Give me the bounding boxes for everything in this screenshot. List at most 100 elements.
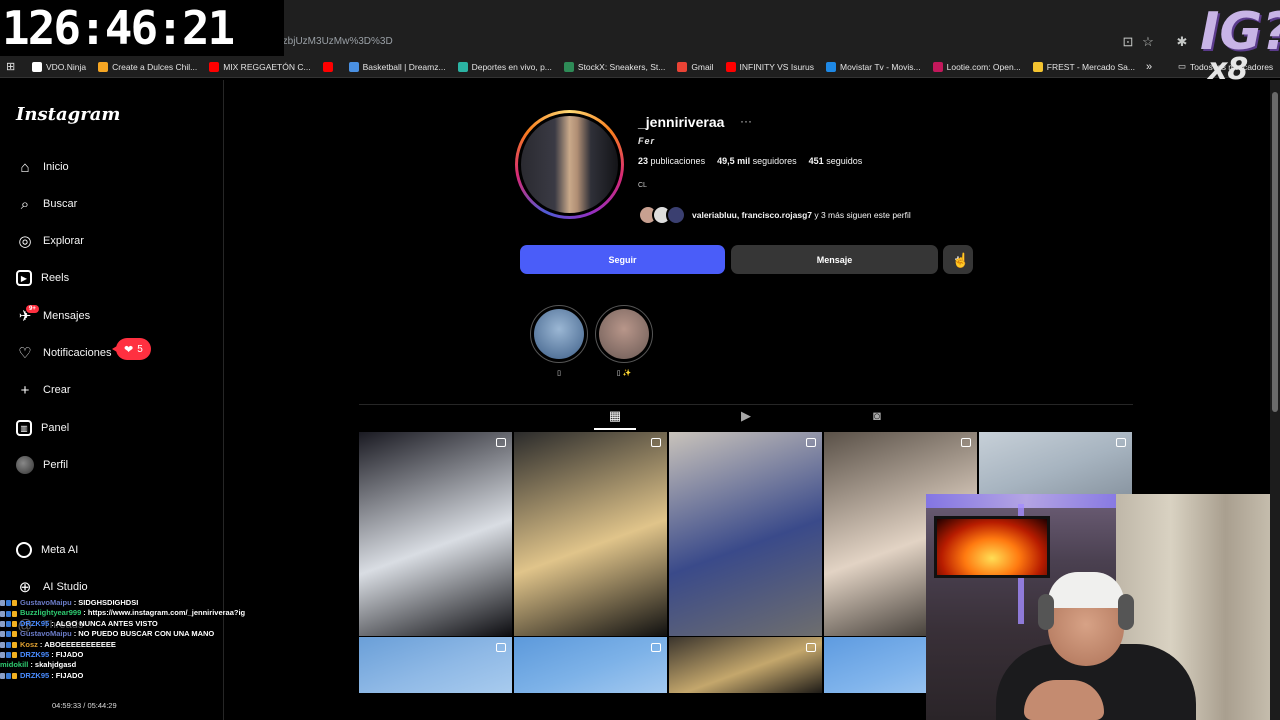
sidebar-item-meta-ai[interactable]: Meta AI [16,538,216,562]
followers-stat[interactable]: 49,5 mil seguidores [717,156,797,166]
sidebar-item-inicio[interactable]: ⌂ Inicio [16,155,216,179]
ai-studio-icon: ⊕ [18,579,32,596]
chat-message: midokill : skahjdgasd [0,660,300,670]
hand-cursor-icon: ☝ [952,252,970,268]
post-thumbnail[interactable] [979,432,1132,494]
bookmark-item[interactable]: VDO.Ninja [32,61,87,72]
overlay-logo: IG? x8 [1196,0,1280,96]
install-app-icon[interactable]: ⊡ [1120,34,1136,50]
post-thumbnail[interactable] [669,637,822,693]
bookmark-item[interactable]: Movistar Tv - Movis... [826,61,921,72]
chat-message: Buzzlightyear999 : https://www.instagram… [0,608,300,618]
tab-tagged-icon[interactable]: ◙ [869,408,885,424]
bookmark-item[interactable] [322,61,337,72]
sidebar-item-crear[interactable]: + Crear [16,378,216,402]
chat-badges-icon [0,641,18,648]
bookmark-item[interactable]: Create a Dulces Chil... [98,61,198,72]
compass-icon: ◎ [18,233,32,250]
plus-icon: + [20,381,30,399]
chat-badges-icon [0,631,18,638]
sidebar-item-reels[interactable]: ▶ Reels [16,266,216,290]
chat-username: DRZK95 [20,670,50,680]
post-thumbnail[interactable] [359,432,512,636]
bookmark-favicon-icon [348,61,359,72]
sidebar-item-label: AI Studio [43,581,88,593]
bookmark-favicon-icon [98,61,109,72]
carousel-icon [496,643,506,652]
bookmark-star-icon[interactable]: ☆ [1140,34,1156,50]
sidebar-item-ai-studio[interactable]: ⊕ AI Studio [16,575,216,599]
chat-username: GustavoMaipu [20,629,72,639]
webcam-overlay [926,494,1280,720]
bookmark-label: Lootie.com: Open... [946,61,1021,72]
sidebar-item-explorar[interactable]: ◎ Explorar [16,229,216,253]
bookmark-favicon-icon [32,61,42,72]
sidebar-item-panel[interactable]: ▥ Panel [16,416,216,440]
more-bookmarks-icon[interactable]: » [1146,61,1152,73]
chat-text: : skahjdgasd [30,660,77,670]
extensions-icon[interactable]: ✱ [1174,34,1190,50]
bookmark-favicon-icon [322,61,333,72]
post-thumbnail[interactable] [514,432,667,636]
instagram-logo[interactable]: Instagram [16,104,120,125]
tab-posts-grid-icon[interactable]: ▦ [607,408,623,424]
profile-avatar[interactable] [515,110,624,219]
sidebar-item-perfil[interactable]: Perfil [16,453,216,477]
sidebar-item-label: Buscar [43,198,78,210]
bookmark-label: Movistar Tv - Movis... [840,61,921,72]
follow-button[interactable]: Seguir [520,245,725,274]
chat-text: : FIJADO [51,670,84,680]
post-thumbnail[interactable] [669,432,822,636]
profile-full-name: Fer [638,136,656,146]
bookmark-label: Create a Dulces Chil... [112,61,198,72]
chat-text: : ALGO NUNCA ANTES VISTO [51,618,158,628]
bookmark-item[interactable]: Basketball | Dreamz... [348,61,446,72]
chat-text: : FIJADO [51,650,84,660]
bookmarks-bar: ⊞ VDO.Ninja Create a Dulces Chil... MIX RE… [0,56,1280,78]
sidebar-item-label: Crear [43,384,71,396]
address-bar[interactable]: EzbjUzM3UzMw%3D%3D [276,32,1116,52]
sidebar-item-label: Explorar [43,235,84,247]
chat-message: GustavoMaipu : SIDGHSDIGHDSI [0,598,300,608]
message-button[interactable]: Mensaje [731,245,938,274]
sidebar-item-mensajes[interactable]: ✈ Mensajes [16,304,216,328]
more-options-icon[interactable]: ··· [740,114,752,128]
bookmark-label: VDO.Ninja [46,61,87,72]
bookmark-label: Basketball | Dreamz... [362,61,446,72]
bookmark-item[interactable]: FREST - Mercado Sa... [1032,61,1135,72]
mutual-suffix: y 3 más siguen este perfil [812,210,911,220]
mutual-followers[interactable]: valeriabluu, francisco.rojasg7 y 3 más s… [638,205,911,225]
bookmark-item[interactable]: Deportes en vivo, p... [457,61,552,72]
chat-badges-icon [0,600,18,607]
chat-username: GustavoMaipu [20,598,72,607]
chat-badges-icon [0,621,18,628]
sidebar-item-label: Panel [41,422,70,434]
bookmark-item[interactable]: MIX REGGAETÓN C... [209,61,311,72]
bookmark-item[interactable]: Gmail [677,61,714,72]
bookmark-item[interactable]: StockX: Sneakers, St... [563,61,665,72]
mutual-names: valeriabluu, francisco.rojasg7 [692,210,812,220]
page-scrollbar[interactable] [1270,80,1280,720]
chat-message: Kosz : ABOEEEEEEEEEEE [0,640,300,650]
story-highlight[interactable] [595,305,653,363]
bookmark-favicon-icon [563,61,574,72]
tab-reels-icon[interactable]: ▶ [738,408,754,424]
bookmark-item[interactable]: INFINITY VS Isurus [725,61,814,72]
bookmark-label: INFINITY VS Isurus [739,61,814,72]
bookmark-item[interactable]: Lootie.com: Open... [932,61,1021,72]
chat-username: midokill [0,660,29,670]
carousel-icon [806,438,816,447]
apps-grid-icon[interactable]: ⊞ [6,61,18,73]
story-highlight[interactable] [530,305,588,363]
sidebar-item-buscar[interactable]: ⌕ Buscar [16,192,216,216]
bookmark-label: Deportes en vivo, p... [471,61,552,72]
carousel-icon [651,438,661,447]
following-stat[interactable]: 451 seguidos [809,156,863,166]
chat-text: : SIDGHSDIGHDSI [73,598,139,607]
story-highlight-label: ▯ ✨ [616,370,632,377]
post-thumbnail[interactable] [514,637,667,693]
meta-ai-icon [16,542,32,558]
bookmark-label: MIX REGGAETÓN C... [223,61,311,72]
post-thumbnail[interactable] [359,637,512,693]
story-highlight-label: ▯ [557,370,561,377]
